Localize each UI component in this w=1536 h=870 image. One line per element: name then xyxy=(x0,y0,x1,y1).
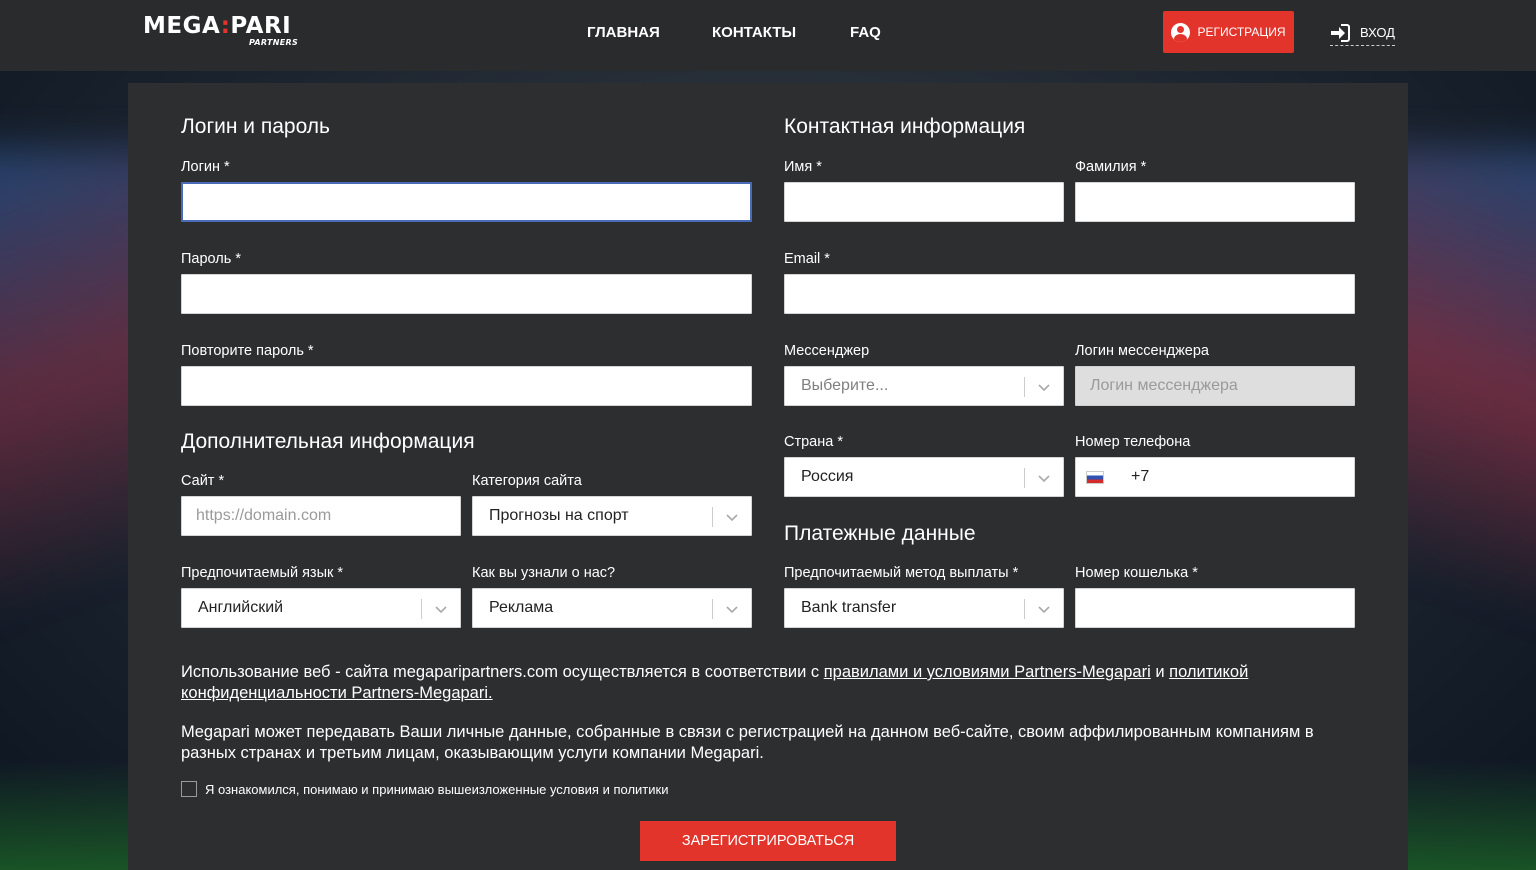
russia-flag-icon[interactable] xyxy=(1086,471,1104,484)
country-select[interactable]: Россия xyxy=(784,457,1064,497)
messenger-login-label: Логин мессенджера xyxy=(1075,343,1209,359)
messenger-select[interactable]: Выберите... xyxy=(784,366,1064,406)
phone-input[interactable]: +7 xyxy=(1075,457,1355,497)
contact-section-title: Контактная информация xyxy=(784,115,1026,138)
background-field-left xyxy=(0,760,140,870)
language-label: Предпочитаемый язык * xyxy=(181,565,344,581)
email-label: Email * xyxy=(784,251,830,267)
login-link[interactable]: ВХОД xyxy=(1330,22,1395,46)
repeat-password-label: Повторите пароль * xyxy=(181,343,314,359)
phone-code: +7 xyxy=(1131,468,1150,485)
site-label: Сайт * xyxy=(181,473,225,489)
phone-label: Номер телефона xyxy=(1075,434,1191,450)
additional-section-title: Дополнительная информация xyxy=(181,430,475,453)
nav-home[interactable]: ГЛАВНАЯ xyxy=(587,24,660,41)
login-section-title: Логин и пароль xyxy=(181,115,330,138)
accept-terms-row: Я ознакомился, понимаю и принимаю вышеиз… xyxy=(181,781,668,797)
language-select[interactable]: Английский xyxy=(181,588,461,628)
repeat-password-input[interactable] xyxy=(181,366,752,406)
chevron-down-icon xyxy=(726,514,738,522)
chevron-down-icon xyxy=(1038,384,1050,392)
data-sharing-paragraph: Megapari может передавать Ваши личные да… xyxy=(181,723,1314,762)
wallet-label: Номер кошелька * xyxy=(1075,565,1198,581)
login-label: Логин * xyxy=(181,159,230,175)
sign-in-icon xyxy=(1331,23,1350,42)
top-navbar: MEGA:PARI PARTNERS ГЛАВНАЯ КОНТАКТЫ FAQ … xyxy=(0,0,1536,71)
terms-link[interactable]: правилами и условиями Partners-Megapari xyxy=(824,663,1151,681)
chevron-down-icon xyxy=(726,606,738,614)
registration-form: Логин и пароль Логин * Пароль * Повторит… xyxy=(128,83,1408,870)
first-name-label: Имя * xyxy=(784,159,822,175)
chevron-down-icon xyxy=(1038,606,1050,614)
site-input[interactable] xyxy=(181,496,461,536)
submit-register-button[interactable]: ЗАРЕГИСТРИРОВАТЬСЯ xyxy=(640,821,896,861)
last-name-input[interactable] xyxy=(1075,182,1355,222)
messenger-label: Мессенджер xyxy=(784,343,870,359)
wallet-input[interactable] xyxy=(1075,588,1355,628)
nav-contacts[interactable]: КОНТАКТЫ xyxy=(712,24,796,41)
last-name-label: Фамилия * xyxy=(1075,159,1147,175)
chevron-down-icon xyxy=(1038,475,1050,483)
background-field-right xyxy=(1396,760,1536,870)
terms-paragraph: Использование веб - сайта megaparipartne… xyxy=(181,663,1249,702)
source-select[interactable]: Реклама xyxy=(472,588,752,628)
user-icon xyxy=(1171,22,1191,42)
register-button[interactable]: РЕГИСТРАЦИЯ xyxy=(1163,11,1294,53)
site-category-select[interactable]: Прогнозы на спорт xyxy=(472,496,752,536)
country-label: Страна * xyxy=(784,434,843,450)
chevron-down-icon xyxy=(435,606,447,614)
messenger-login-input[interactable] xyxy=(1075,366,1355,406)
accept-terms-checkbox[interactable] xyxy=(181,781,197,797)
megapari-logo[interactable]: MEGA:PARI PARTNERS xyxy=(143,13,298,47)
site-category-label: Категория сайта xyxy=(472,473,582,489)
password-label: Пароль * xyxy=(181,251,241,267)
first-name-input[interactable] xyxy=(784,182,1064,222)
password-input[interactable] xyxy=(181,274,752,314)
login-input[interactable] xyxy=(181,182,752,222)
payout-method-label: Предпочитаемый метод выплаты * xyxy=(784,565,1019,581)
nav-faq[interactable]: FAQ xyxy=(850,24,881,41)
email-input[interactable] xyxy=(784,274,1355,314)
source-label: Как вы узнали о нас? xyxy=(472,565,616,581)
payment-section-title: Платежные данные xyxy=(784,522,976,545)
accept-terms-label[interactable]: Я ознакомился, понимаю и принимаю вышеиз… xyxy=(205,782,668,797)
payout-method-select[interactable]: Bank transfer xyxy=(784,588,1064,628)
